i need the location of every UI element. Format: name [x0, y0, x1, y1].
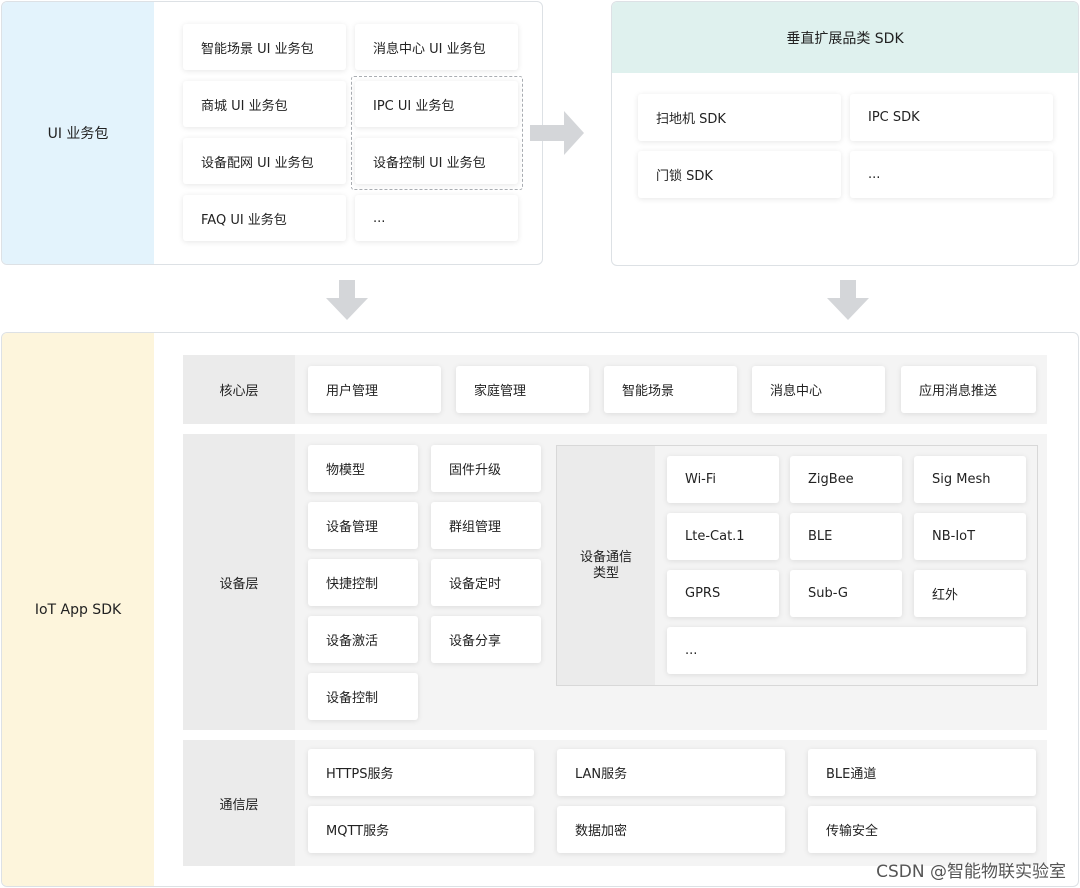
- ui-package-item: ...: [355, 195, 518, 241]
- comm-types-label: 设备通信 类型: [557, 446, 655, 685]
- comm-type-item: ...: [667, 627, 1026, 674]
- comm-layer-item: HTTPS服务: [308, 749, 534, 796]
- arrow-right-icon: [530, 111, 584, 155]
- watermark: CSDN @智能物联实验室: [876, 862, 1066, 882]
- arrow-down-icon: [827, 280, 869, 320]
- comm-type-item: Lte-Cat.1: [667, 513, 779, 560]
- core-layer-item: 用户管理: [308, 366, 441, 413]
- comm-layer-item: BLE通道: [808, 749, 1036, 796]
- vertical-sdk-title: 垂直扩展品类 SDK: [786, 30, 904, 47]
- iot-sdk-panel: IoT App SDK 核心层 用户管理 家庭管理 智能场景 消息中心 应用消息…: [1, 332, 1079, 887]
- comm-types-label-line1: 设备通信: [579, 549, 632, 565]
- comm-layer-item: MQTT服务: [308, 806, 534, 853]
- device-layer-label: 设备层: [183, 434, 295, 730]
- device-layer-item: 设备控制: [308, 673, 418, 720]
- core-layer-item: 智能场景: [604, 366, 737, 413]
- vertical-sdk-item: 门锁 SDK: [638, 151, 841, 198]
- comm-type-item: BLE: [790, 513, 902, 560]
- device-layer-item: 设备激活: [308, 616, 418, 663]
- core-layer-item: 消息中心: [752, 366, 885, 413]
- comm-type-item: GPRS: [667, 570, 779, 617]
- iot-sdk-label: IoT App SDK: [2, 333, 154, 886]
- core-layer-item: 应用消息推送: [901, 366, 1036, 413]
- device-layer: 设备层 物模型 固件升级 设备管理 群组管理 快捷控制 设备定时 设备激活 设备…: [183, 434, 1047, 730]
- device-layer-item: 固件升级: [431, 445, 541, 492]
- vertical-sdk-item: ...: [850, 151, 1053, 198]
- ui-package-item: 设备配网 UI 业务包: [183, 138, 346, 184]
- core-layer: 核心层 用户管理 家庭管理 智能场景 消息中心 应用消息推送: [183, 355, 1047, 424]
- core-layer-item: 家庭管理: [456, 366, 589, 413]
- ui-package-item: FAQ UI 业务包: [183, 195, 346, 241]
- arrow-down-icon: [326, 280, 368, 320]
- comm-layer: 通信层 HTTPS服务 LAN服务 BLE通道 MQTT服务 数据加密 传输安全: [183, 740, 1047, 866]
- comm-types-box: 设备通信 类型 Wi-Fi ZigBee Sig Mesh Lte-Cat.1 …: [556, 445, 1038, 686]
- device-layer-item: 物模型: [308, 445, 418, 492]
- device-layer-item: 设备定时: [431, 559, 541, 606]
- comm-type-item: 红外: [914, 570, 1026, 617]
- comm-type-item: ZigBee: [790, 456, 902, 503]
- ui-package-item: 智能场景 UI 业务包: [183, 24, 346, 70]
- ui-package-item: IPC UI 业务包: [355, 81, 518, 127]
- vertical-sdk-item: IPC SDK: [850, 94, 1053, 141]
- comm-type-item: Sub-G: [790, 570, 902, 617]
- device-layer-item: 群组管理: [431, 502, 541, 549]
- comm-layer-item: LAN服务: [557, 749, 785, 796]
- ui-package-item: 消息中心 UI 业务包: [355, 24, 518, 70]
- vertical-sdk-item: 扫地机 SDK: [638, 94, 841, 141]
- device-layer-item: 设备管理: [308, 502, 418, 549]
- ui-package-label: UI 业务包: [2, 2, 154, 264]
- core-layer-label: 核心层: [183, 355, 295, 424]
- comm-layer-item: 传输安全: [808, 806, 1036, 853]
- device-layer-item: 设备分享: [431, 616, 541, 663]
- device-layer-item: 快捷控制: [308, 559, 418, 606]
- vertical-sdk-header: 垂直扩展品类 SDK: [612, 2, 1078, 73]
- comm-types-label-line2: 类型: [592, 565, 619, 581]
- comm-type-item: NB-IoT: [914, 513, 1026, 560]
- ui-package-item: 商城 UI 业务包: [183, 81, 346, 127]
- comm-layer-item: 数据加密: [557, 806, 785, 853]
- vertical-sdk-panel: 垂直扩展品类 SDK 扫地机 SDK IPC SDK 门锁 SDK ...: [611, 1, 1079, 266]
- comm-type-item: Wi-Fi: [667, 456, 779, 503]
- ui-package-item: 设备控制 UI 业务包: [355, 138, 518, 184]
- comm-type-item: Sig Mesh: [914, 456, 1026, 503]
- ui-package-panel: UI 业务包 智能场景 UI 业务包 消息中心 UI 业务包 商城 UI 业务包…: [1, 1, 543, 265]
- comm-layer-label: 通信层: [183, 740, 295, 866]
